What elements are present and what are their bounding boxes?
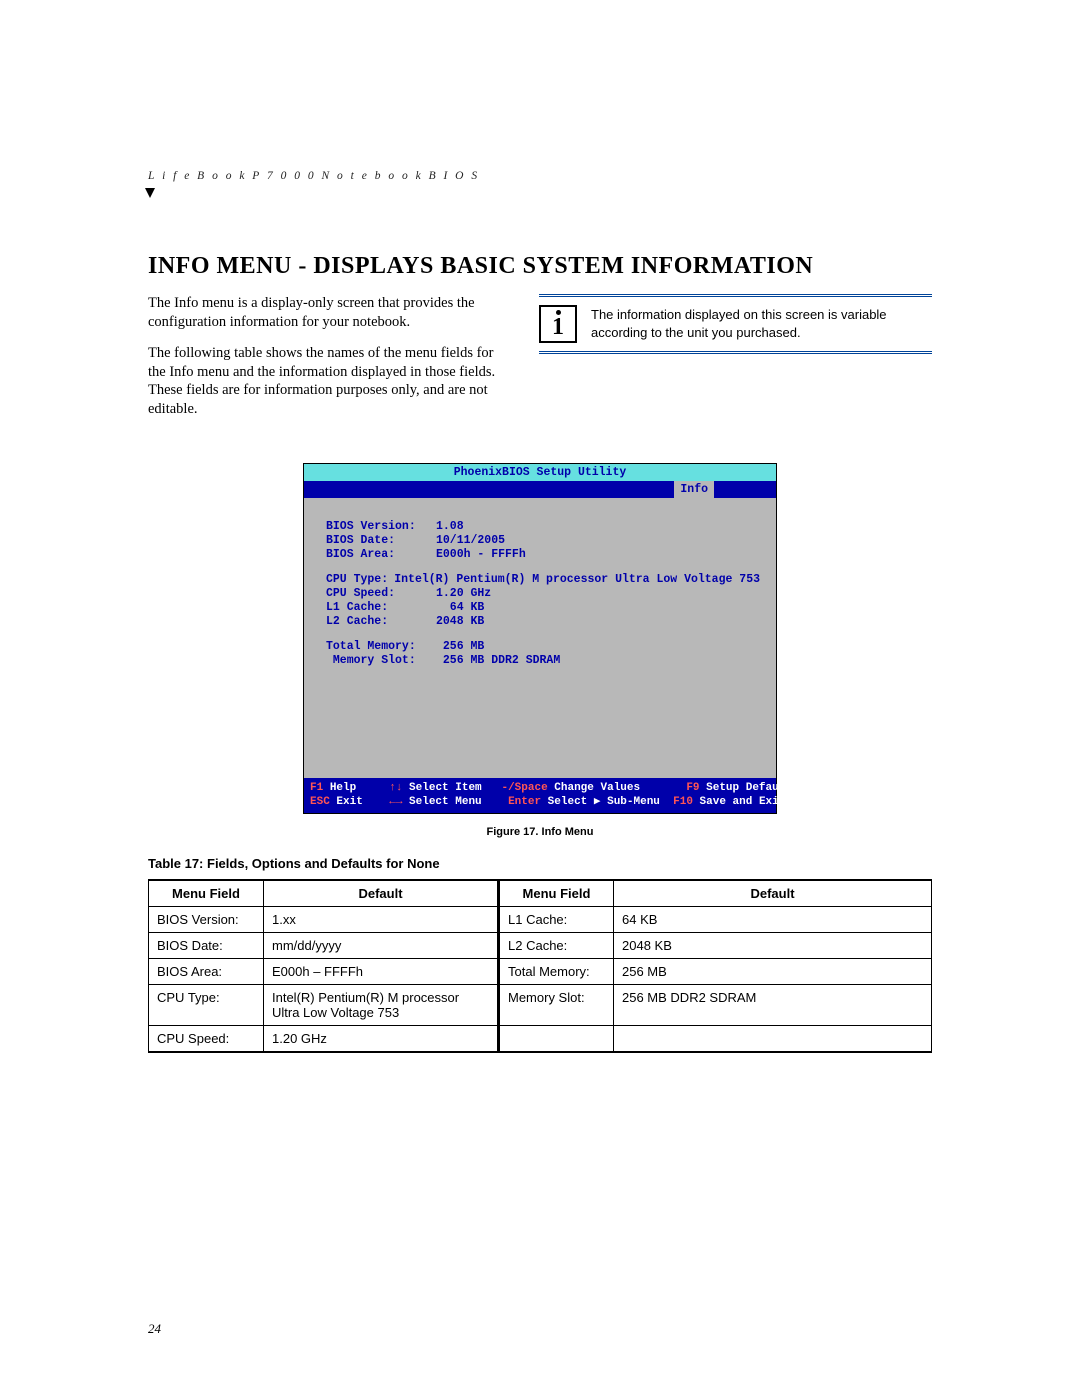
header-breadcrumb: L i f e B o o k P 7 0 0 0 N o t e b o o … [148,170,932,182]
intro-paragraph-2: The following table shows the names of t… [148,344,513,419]
bios-field-label: Memory Slot: [326,654,436,667]
bios-tab-bar: Info [304,481,776,498]
page-title: INFO MENU - DISPLAYS BASIC SYSTEM INFORM… [148,253,932,280]
info-callout-box: 1 The information displayed on this scre… [539,294,932,354]
bios-field-label: CPU Speed: [326,587,436,600]
table-row: BIOS Version:1.xx L1 Cache:64 KB [149,906,932,932]
bios-field-label: BIOS Date: [326,534,436,547]
table-caption: Table 17: Fields, Options and Defaults f… [148,856,932,871]
bios-field-value: 10/11/2005 [436,534,505,547]
bios-field-label: BIOS Area: [326,548,436,561]
bios-field-label: L1 Cache: [326,601,436,614]
info-callout-text: The information displayed on this screen… [591,306,932,341]
table-row: BIOS Date:mm/dd/yyyy L2 Cache:2048 KB [149,932,932,958]
table-header: Menu Field [499,880,614,907]
bios-field-label: Total Memory: [326,640,436,653]
bios-body: BIOS Version:1.08 BIOS Date:10/11/2005 B… [304,498,776,778]
fields-defaults-table: Menu Field Default Menu Field Default BI… [148,879,932,1053]
bios-field-value: 2048 KB [436,615,484,628]
bios-field-value: 256 MB DDR2 SDRAM [436,654,560,667]
bios-field-value: E000h - FFFFh [436,548,526,561]
bios-footer: F1 Help ↑↓ Select Item -/Space Change Va… [304,778,776,813]
table-header: Default [614,880,932,907]
bios-field-value: 1.08 [436,520,464,533]
bios-field-label: CPU Type: [326,573,394,586]
info-icon: 1 [539,305,577,343]
bios-title: PhoenixBIOS Setup Utility [304,464,776,481]
triangle-icon [145,188,155,198]
bios-tab-info: Info [674,481,714,498]
bios-field-value: 64 KB [436,601,484,614]
table-header: Menu Field [149,880,264,907]
bios-field-value: 256 MB [436,640,484,653]
table-row: CPU Type:Intel(R) Pentium(R) M processor… [149,984,932,1025]
page-number: 24 [148,1321,161,1337]
table-row: CPU Speed:1.20 GHz [149,1025,932,1052]
bios-field-value: Intel(R) Pentium(R) M processor Ultra Lo… [394,573,760,586]
table-header: Default [264,880,499,907]
intro-paragraph-1: The Info menu is a display-only screen t… [148,294,513,332]
bios-field-label: BIOS Version: [326,520,436,533]
figure-caption: Figure 17. Info Menu [148,826,932,838]
bios-field-value: 1.20 GHz [436,587,491,600]
bios-field-label: L2 Cache: [326,615,436,628]
table-row: BIOS Area:E000h – FFFFh Total Memory:256… [149,958,932,984]
bios-screenshot: PhoenixBIOS Setup Utility Info BIOS Vers… [303,463,777,814]
